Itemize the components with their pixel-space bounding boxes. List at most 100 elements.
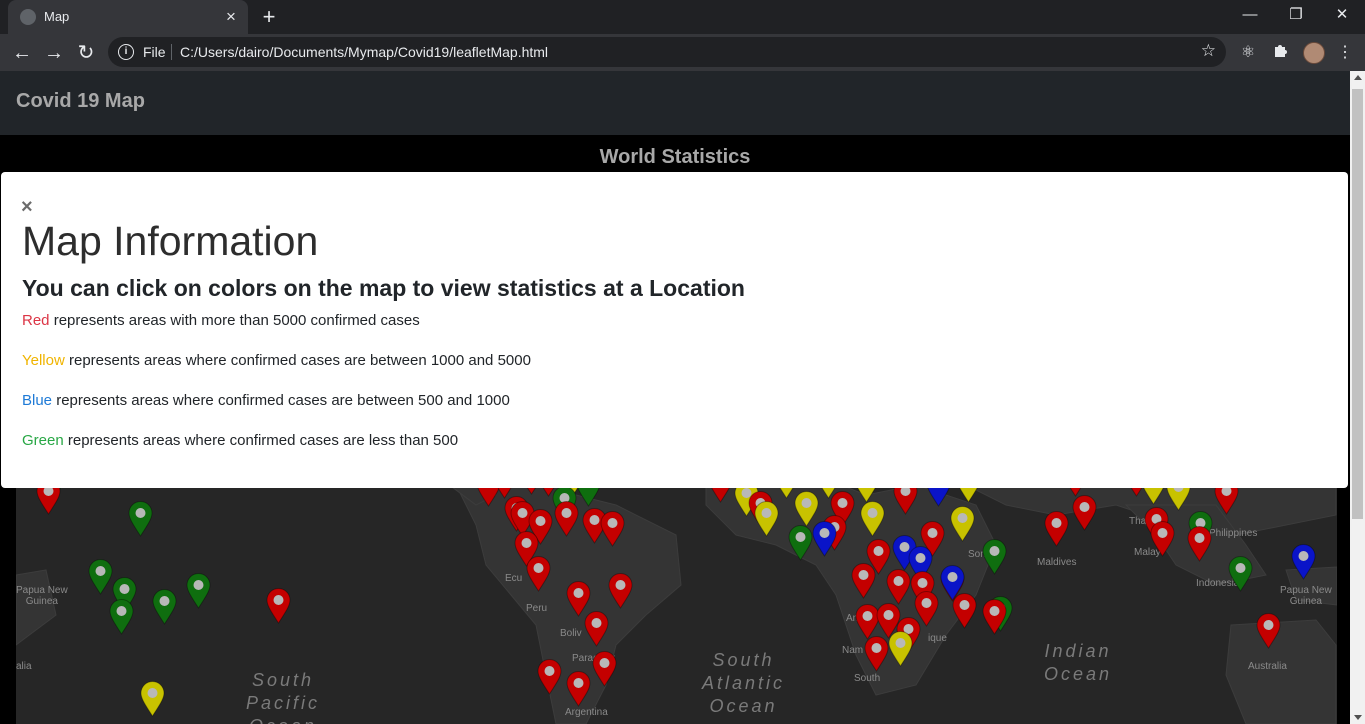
scroll-up-arrow-icon[interactable] <box>1354 75 1362 80</box>
papua-left-land <box>16 569 57 646</box>
map-information-modal: × Map Information You can click on color… <box>1 172 1348 488</box>
legend-blue: Blue represents areas where confirmed ca… <box>22 392 510 409</box>
map-pin-marker[interactable] <box>1150 521 1175 557</box>
new-tab-button[interactable]: + <box>256 5 282 29</box>
info-icon[interactable]: i <box>118 44 134 60</box>
map-pin-marker[interactable] <box>950 506 975 542</box>
map-pin-marker[interactable] <box>109 599 134 635</box>
tab-close-icon[interactable]: × <box>220 6 242 28</box>
map-pin-marker[interactable] <box>982 539 1007 575</box>
extensions-puzzle-icon[interactable] <box>1267 40 1293 66</box>
map-pin-marker[interactable] <box>1228 556 1253 592</box>
tab-strip: Map × + — ❐ ✕ <box>0 0 1365 34</box>
profile-avatar[interactable] <box>1303 42 1325 64</box>
legend-text: represents areas where confirmed cases a… <box>52 392 510 409</box>
section-title: World Statistics <box>599 146 751 168</box>
map-label-argentina: Argentina <box>565 707 608 718</box>
map-pin-marker[interactable] <box>1072 495 1097 531</box>
map-pin-marker[interactable] <box>886 569 911 605</box>
map-pin-marker[interactable] <box>140 681 165 717</box>
page-viewport: Covid 19 Map World Statistics Papua New … <box>0 71 1350 724</box>
map-label-south-pacific: South Pacific Ocean <box>246 670 321 724</box>
map-pin-marker[interactable] <box>266 588 291 624</box>
modal-title: Map Information <box>22 218 319 264</box>
map-label-papua-right: Papua New Guinea <box>1280 585 1332 607</box>
world-statistics-header: World Statistics <box>0 135 1350 175</box>
map-pin-marker[interactable] <box>952 593 977 629</box>
map-label-alia: alia <box>16 661 32 672</box>
map-pin-marker[interactable] <box>152 589 177 625</box>
map-pin-marker[interactable] <box>754 501 779 537</box>
map-pin-marker[interactable] <box>888 631 913 667</box>
map-label-maldives: Maldives <box>1037 557 1077 568</box>
map-pin-marker[interactable] <box>88 559 113 595</box>
map-pin-marker[interactable] <box>1187 526 1212 562</box>
star-icon[interactable]: ☆ <box>1201 41 1216 61</box>
map-label-philippines: Philippines <box>1209 528 1258 539</box>
legend-text: represents areas with more than 5000 con… <box>49 312 420 329</box>
map-label-indian-ocean: Indian Ocean <box>1044 641 1113 684</box>
legend-text: represents areas where confirmed cases a… <box>63 432 459 449</box>
legend-color-word: Red <box>22 312 50 329</box>
map-pin-marker[interactable] <box>128 501 153 537</box>
map-pin-marker[interactable] <box>851 563 876 599</box>
map-label-australia: Australia <box>1248 661 1287 672</box>
address-bar[interactable]: i File C:/Users/dairo/Documents/Mymap/Co… <box>108 37 1226 67</box>
forward-arrow-icon[interactable]: → <box>40 39 68 67</box>
map-label-mozambique: ique <box>928 633 947 644</box>
map-pin-marker[interactable] <box>566 671 591 707</box>
react-devtools-icon[interactable]: ⚛ <box>1235 40 1261 66</box>
legend-green: Green represents areas where confirmed c… <box>22 432 458 449</box>
scheme-label: File <box>143 44 166 60</box>
legend-yellow: Yellow represents areas where confirmed … <box>22 352 531 369</box>
map-pin-marker[interactable] <box>1291 544 1316 580</box>
map-pin-marker[interactable] <box>584 611 609 647</box>
australia-land <box>1225 619 1337 724</box>
navbar-brand[interactable]: Covid 19 Map <box>16 90 145 113</box>
map-pin-marker[interactable] <box>860 501 885 537</box>
site-navbar: Covid 19 Map <box>0 71 1350 135</box>
browser-tab[interactable]: Map × <box>8 0 248 34</box>
map-pin-marker[interactable] <box>186 573 211 609</box>
map-pin-marker[interactable] <box>812 521 837 557</box>
more-menu-icon[interactable]: ⋮ <box>1332 40 1358 66</box>
map-pin-marker[interactable] <box>608 573 633 609</box>
map-pin-marker[interactable] <box>537 659 562 695</box>
modal-subtitle: You can click on colors on the map to vi… <box>22 275 745 301</box>
map-label-peru: Peru <box>526 603 548 614</box>
map-pin-marker[interactable] <box>982 599 1007 635</box>
scroll-down-arrow-icon[interactable] <box>1354 715 1362 720</box>
back-arrow-icon[interactable]: ← <box>8 39 36 67</box>
map-pin-marker[interactable] <box>592 651 617 687</box>
map-label-south-africa: South <box>854 673 881 684</box>
page-scrollbar[interactable] <box>1350 71 1365 724</box>
legend-red: Red represents areas with more than 5000… <box>22 312 420 329</box>
map-pin-marker[interactable] <box>554 501 579 537</box>
close-icon[interactable]: × <box>21 196 33 219</box>
map-label-namibia: Nam <box>842 645 864 656</box>
map-label-bolivia: Boliv <box>560 628 582 639</box>
minimize-icon[interactable]: — <box>1227 0 1273 30</box>
map-pin-marker[interactable] <box>600 511 625 547</box>
tab-title: Map <box>44 9 70 24</box>
map-pin-marker[interactable] <box>864 636 889 672</box>
legend-color-word: Blue <box>22 392 53 409</box>
map-label-ecuador: Ecu <box>505 573 523 584</box>
legend-color-word: Yellow <box>22 352 65 369</box>
reload-icon[interactable]: ↻ <box>72 39 100 67</box>
address-divider <box>171 44 172 60</box>
map-pin-marker[interactable] <box>526 556 551 592</box>
globe-icon <box>20 9 36 25</box>
legend-text: represents areas where confirmed cases a… <box>64 352 531 369</box>
map-label-papua-left: Papua New Guinea <box>16 585 68 607</box>
window-close-icon[interactable]: ✕ <box>1319 0 1365 30</box>
browser-toolbar: ← → ↻ i File C:/Users/dairo/Documents/My… <box>0 34 1365 71</box>
map-pin-marker[interactable] <box>1256 613 1281 649</box>
map-label-south-atlantic: South Atlantic Ocean <box>702 650 786 716</box>
legend-color-word: Green <box>22 432 64 449</box>
url-text[interactable]: C:/Users/dairo/Documents/Mymap/Covid19/l… <box>180 44 548 60</box>
map-pin-marker[interactable] <box>1044 511 1069 547</box>
restore-icon[interactable]: ❐ <box>1273 0 1319 30</box>
map-pin-marker[interactable] <box>788 525 813 561</box>
scroll-thumb[interactable] <box>1352 89 1363 519</box>
